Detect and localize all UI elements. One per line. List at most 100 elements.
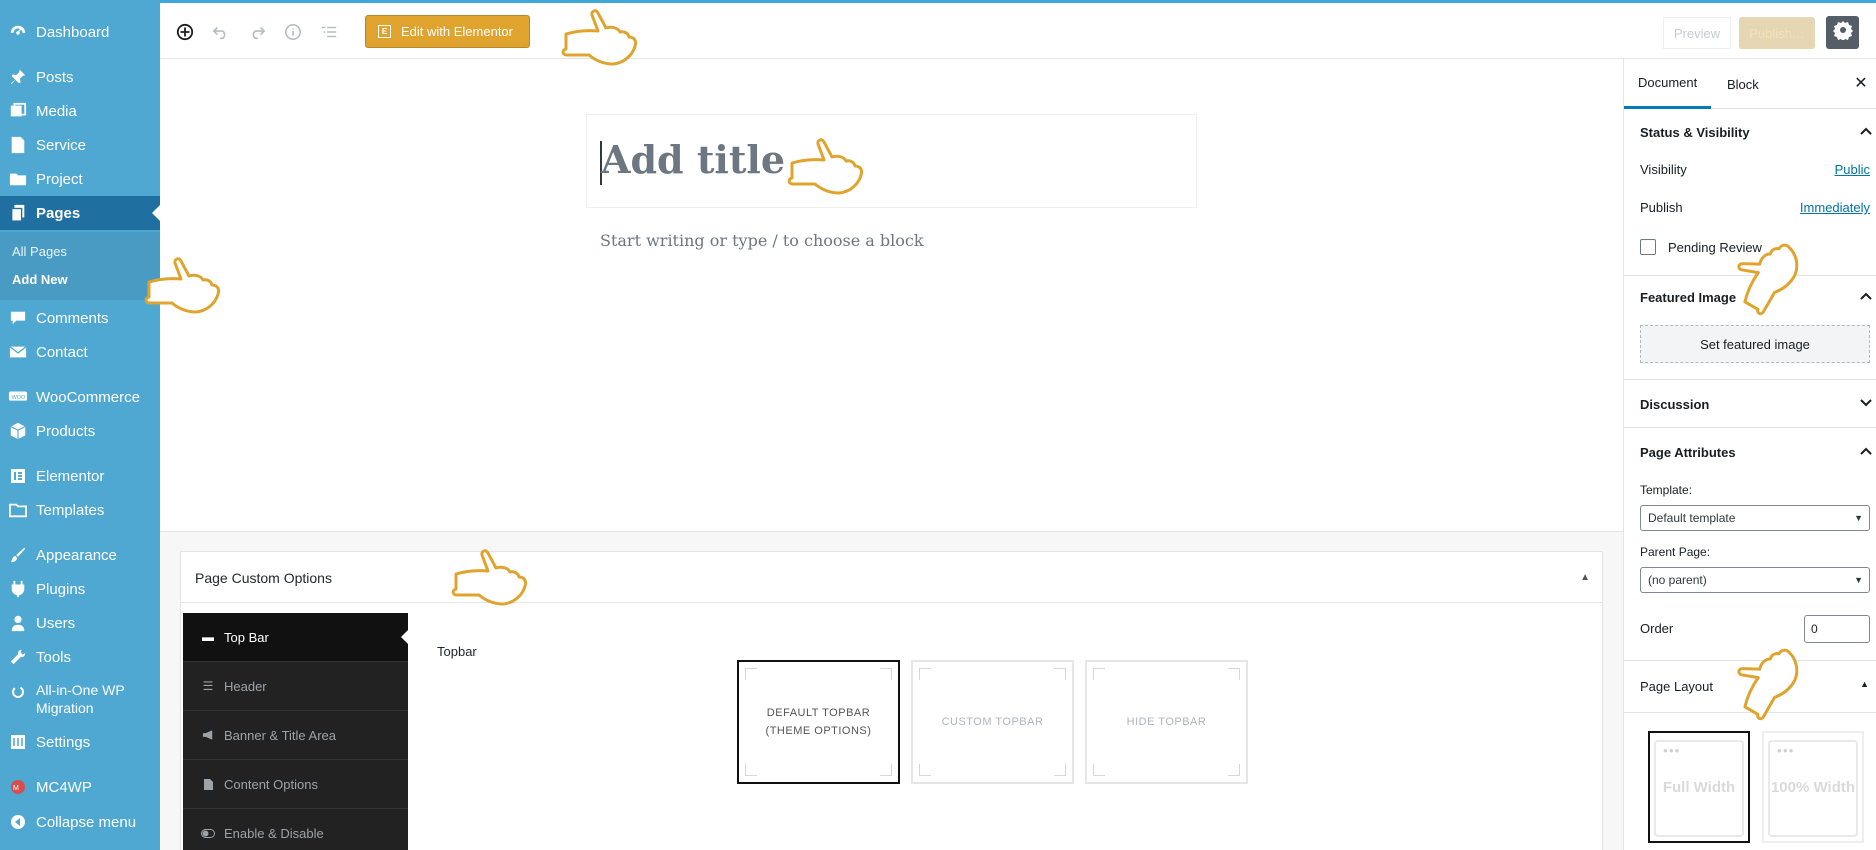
pending-review-checkbox[interactable] [1640,239,1656,255]
choice-hide-topbar[interactable]: HIDE TOPBAR [1085,660,1248,784]
layout-option-full-width[interactable]: ●●● Full Width [1648,731,1750,843]
minus-icon: ▬ [202,630,214,644]
menu-item-woocommerce[interactable]: WOO WooCommerce [0,380,160,414]
menu-item-plugins[interactable]: Plugins [0,572,160,606]
collapse-icon [0,814,36,830]
menu-item-users[interactable]: Users [0,606,160,640]
tab-header[interactable]: ☰ Header [183,662,408,711]
panel-discussion[interactable]: Discussion [1624,384,1876,424]
visibility-link[interactable]: Public [1835,162,1870,177]
block-appender[interactable]: Start writing or type / to choose a bloc… [600,231,924,250]
menu-item-service[interactable]: Service [0,128,160,162]
select-arrow-icon: ▼ [1854,513,1863,523]
metabox-toggle-icon[interactable]: ▲ [1580,572,1590,583]
menu-item-settings[interactable]: Settings [0,725,160,759]
menu-label: Settings [36,733,91,751]
tab-document[interactable]: Document [1624,59,1712,109]
menu-item-comments[interactable]: Comments [0,301,160,335]
menu-item-tools[interactable]: Tools [0,640,160,674]
mc4wp-icon: M [0,779,36,795]
template-select[interactable]: Default template ▼ [1640,505,1870,531]
menu-item-templates[interactable]: Templates [0,493,160,527]
tab-label: Enable & Disable [224,826,324,841]
collapse-menu-button[interactable]: Collapse menu [0,805,160,839]
elementor-icon [0,468,36,484]
submenu-item-add-new[interactable]: Add New [12,272,68,287]
set-featured-image-button[interactable]: Set featured image [1640,325,1870,363]
menu-label: Service [36,136,87,154]
visibility-label: Visibility [1640,162,1687,177]
pages-icon [0,204,36,222]
divider [1624,379,1876,380]
tab-enable-disable[interactable]: Enable & Disable [183,809,408,850]
menu-item-pages[interactable]: Pages [0,196,160,230]
tab-block[interactable]: Block [1713,59,1773,109]
menu-item-posts[interactable]: Posts [0,60,160,94]
wrench-icon [0,648,36,666]
settings-toggle-button[interactable] [1826,16,1859,49]
title-field[interactable]: Add title [586,114,1197,208]
menu-item-elementor[interactable]: Elementor [0,459,160,493]
menu-label: WooCommerce [36,388,140,406]
toggle-icon [201,829,215,838]
publish-button[interactable]: Publish… [1739,17,1815,49]
menu-item-contact[interactable]: Contact [0,335,160,369]
outline-icon[interactable] [318,21,340,43]
order-input[interactable]: 0 [1804,615,1870,643]
choice-custom-topbar[interactable]: CUSTOM TOPBAR [911,660,1074,784]
menu-lines-icon: ☰ [202,679,214,693]
template-value: Default template [1648,511,1736,525]
admin-menu: Dashboard Posts Media Service Project Pa… [0,0,160,850]
metabox-area: Page Custom Options ▲ ▬ Top Bar ☰ Header… [160,531,1623,850]
menu-item-dashboard[interactable]: Dashboard [0,15,160,49]
parent-page-select[interactable]: (no parent) ▼ [1640,567,1870,593]
menu-label: Templates [36,501,105,519]
menu-label: MC4WP [36,778,92,796]
triangle-up-icon: ▲ [1860,679,1869,689]
menu-item-mc4wp[interactable]: M MC4WP [0,770,160,804]
media-icon [0,102,36,120]
submenu-item-all-pages[interactable]: All Pages [12,244,67,259]
edit-with-elementor-button[interactable]: E Edit with Elementor [365,15,530,48]
settings-sidebar: Document Block ✕ Status & Visibility Vis… [1623,59,1876,850]
window-dots-icon: ●●● [1663,746,1681,755]
menu-item-appearance[interactable]: Appearance [0,538,160,572]
tab-top-bar[interactable]: ▬ Top Bar [183,613,408,662]
add-block-icon[interactable] [174,21,196,43]
panel-title: Page Attributes [1640,444,1736,460]
close-icon[interactable]: ✕ [1851,73,1871,93]
publish-date-link[interactable]: Immediately [1800,200,1870,215]
menu-label: All-in-One WP Migration [36,682,125,716]
layout-option-100-width[interactable]: ●●● 100% Width [1762,731,1864,843]
editor-canvas: Add title Start writing or type / to cho… [160,59,1623,531]
window-dots-icon: ●●● [1777,746,1795,755]
preview-button[interactable]: Preview [1663,17,1731,49]
menu-item-all-in-one-migration[interactable]: All-in-One WP Migration [0,681,160,721]
brush-icon [0,546,36,564]
tab-content-options[interactable]: Content Options [183,760,408,809]
info-icon[interactable] [282,21,304,43]
metabox-title: Page Custom Options [195,570,332,586]
panel-title: Page Layout [1640,678,1714,694]
panel-page-attributes[interactable]: Page Attributes [1624,432,1876,472]
menu-label: Appearance [36,546,117,564]
elementor-icon: E [378,25,391,38]
divider [1624,427,1876,428]
megaphone-icon [201,729,215,741]
panel-status-visibility[interactable]: Status & Visibility [1624,112,1876,152]
menu-label: Contact [36,343,88,361]
elementor-button-label: Edit with Elementor [401,24,513,39]
svg-text:M: M [13,785,19,792]
menu-label: Comments [36,309,109,327]
tab-banner-title[interactable]: Banner & Title Area [183,711,408,760]
menu-item-products[interactable]: Products [0,414,160,448]
redo-icon[interactable] [246,21,268,43]
choice-label: DEFAULT TOPBAR (THEME OPTIONS) [765,707,872,737]
menu-item-project[interactable]: Project [0,162,160,196]
undo-icon[interactable] [210,21,232,43]
choice-default-topbar[interactable]: DEFAULT TOPBAR (THEME OPTIONS) [737,660,900,784]
pointing-hand-icon [561,9,638,66]
folder-icon [0,502,36,518]
menu-item-media[interactable]: Media [0,94,160,128]
chevron-up-icon [1859,124,1873,141]
